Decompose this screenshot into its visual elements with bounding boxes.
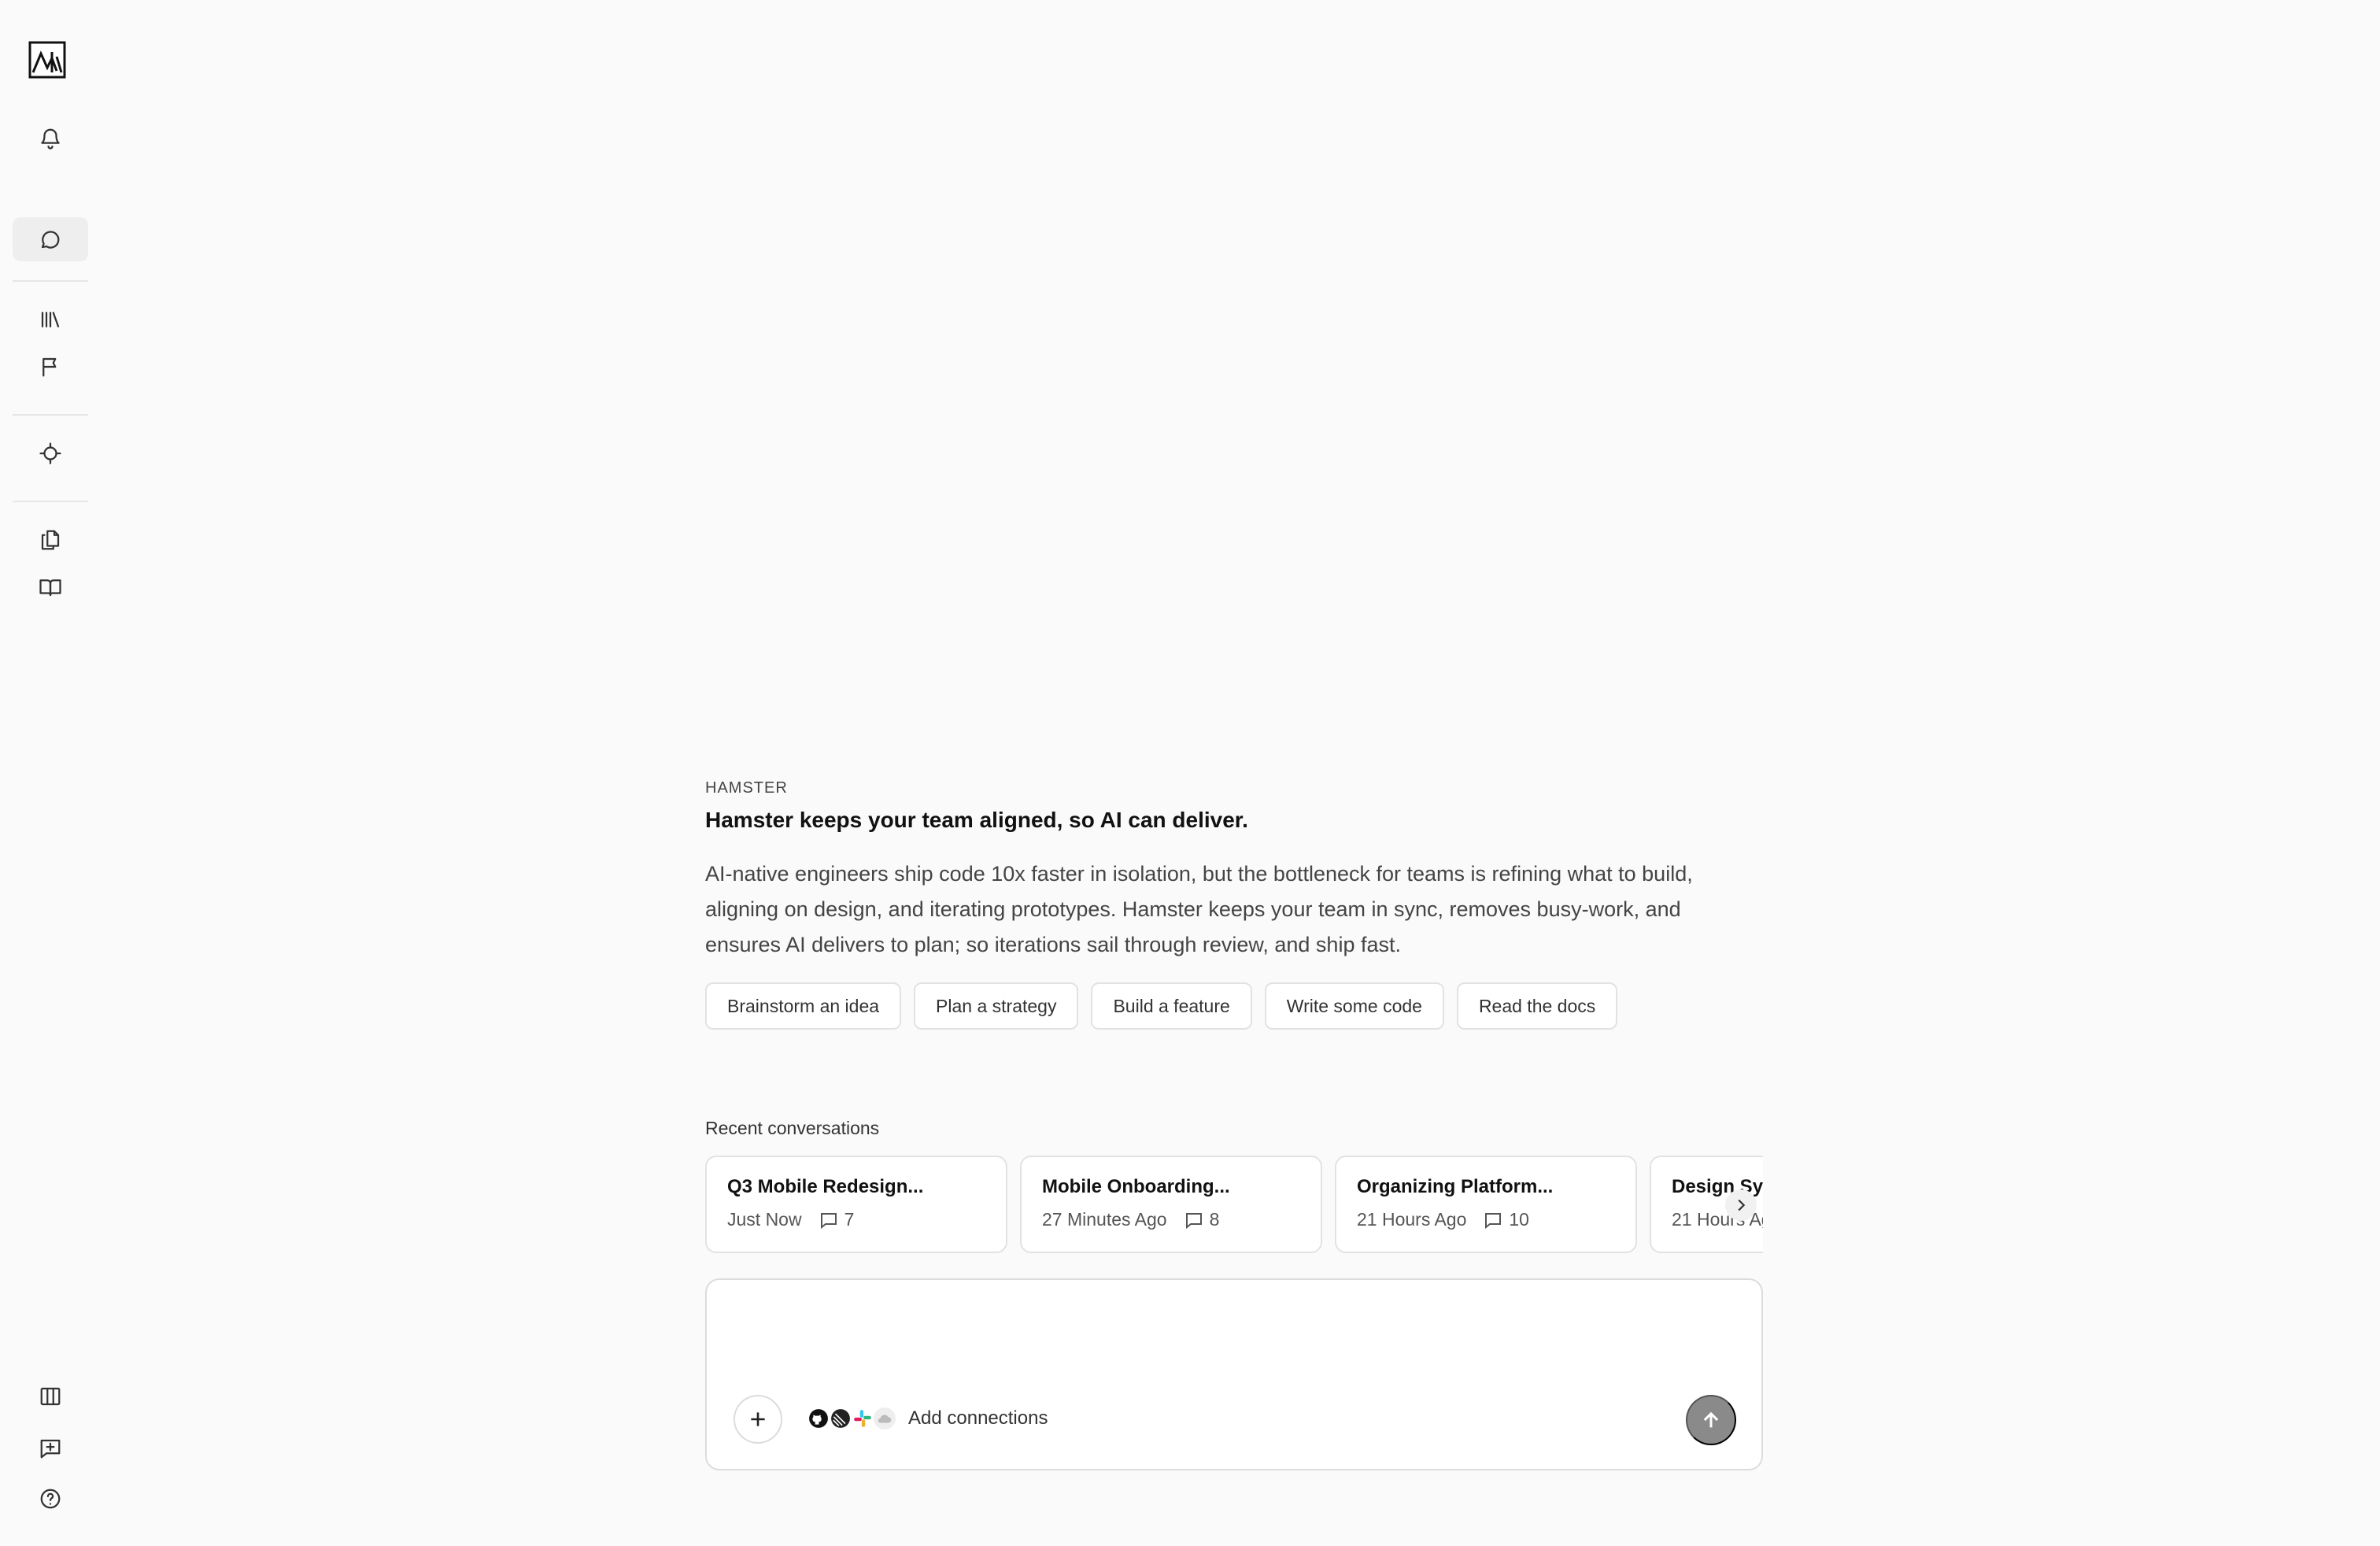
cloud-icon	[872, 1406, 897, 1431]
hamster-logo-icon	[28, 41, 66, 79]
attach-button[interactable]	[734, 1395, 782, 1444]
conversation-title: Mobile Onboarding...	[1042, 1176, 1230, 1197]
sidebar	[0, 0, 91, 1546]
sidebar-divider	[13, 280, 88, 282]
comment-icon	[1185, 1212, 1202, 1229]
toggle-panel-button[interactable]	[13, 1374, 88, 1418]
book-open-icon	[39, 579, 61, 597]
connection-icons[interactable]	[806, 1406, 897, 1431]
message-plus-icon	[40, 1439, 61, 1459]
conversation-card[interactable]: Organizing Platform... 21 Hours Ago 10	[1335, 1156, 1637, 1253]
help-button[interactable]	[13, 1477, 88, 1521]
guides-button[interactable]	[13, 565, 88, 609]
message-composer: Add connections	[705, 1278, 1763, 1470]
flag-icon	[42, 357, 57, 377]
notifications-button[interactable]	[13, 117, 88, 161]
recent-conversations-carousel: Q3 Mobile Redesign... Just Now 7 Mobile …	[705, 1156, 1763, 1253]
conversation-time: 21 Hours Ago	[1357, 1209, 1467, 1230]
flags-button[interactable]	[13, 345, 88, 389]
comment-count: 8	[1209, 1209, 1220, 1230]
crosshair-icon	[39, 442, 61, 464]
send-button[interactable]	[1686, 1395, 1736, 1445]
chat-button[interactable]	[13, 217, 88, 261]
chevron-right-icon	[1738, 1199, 1746, 1211]
sidebar-divider	[13, 501, 88, 502]
chip-build-feature[interactable]: Build a feature	[1091, 982, 1252, 1030]
chat-bubble-icon	[41, 231, 60, 249]
conversation-title: Organizing Platform...	[1357, 1176, 1554, 1197]
page-headline: Hamster keeps your team aligned, so AI c…	[705, 808, 1248, 832]
documents-button[interactable]	[13, 518, 88, 562]
brand-eyebrow: HAMSTER	[705, 779, 788, 797]
plus-icon	[751, 1412, 765, 1426]
chip-read-docs[interactable]: Read the docs	[1456, 982, 1618, 1030]
suggestion-chips: Brainstorm an idea Plan a strategy Build…	[705, 982, 1618, 1030]
chip-write-code[interactable]: Write some code	[1264, 982, 1444, 1030]
comment-count: 7	[844, 1209, 855, 1230]
sidebar-divider	[13, 414, 88, 416]
comment-icon	[820, 1212, 837, 1229]
conversation-time: Just Now	[727, 1209, 802, 1230]
intro-description: AI-native engineers ship code 10x faster…	[705, 862, 1693, 956]
carousel-next-button[interactable]	[1725, 1189, 1757, 1221]
conversation-card[interactable]: Mobile Onboarding... 27 Minutes Ago 8	[1020, 1156, 1322, 1253]
conversation-time: 27 Minutes Ago	[1042, 1209, 1167, 1230]
chip-plan-strategy[interactable]: Plan a strategy	[914, 982, 1079, 1030]
comment-count: 10	[1509, 1209, 1529, 1230]
feedback-button[interactable]	[13, 1426, 88, 1470]
bell-icon	[41, 128, 60, 150]
library-button[interactable]	[13, 298, 88, 342]
columns-icon	[40, 1387, 61, 1406]
focus-button[interactable]	[13, 431, 88, 475]
library-icon	[41, 312, 60, 327]
message-input[interactable]	[730, 1296, 1738, 1343]
conversation-card[interactable]: Q3 Mobile Redesign... Just Now 7	[705, 1156, 1007, 1253]
arrow-up-icon	[1703, 1411, 1719, 1428]
conversation-title: Q3 Mobile Redesign...	[727, 1176, 924, 1197]
recent-conversations-label: Recent conversations	[705, 1118, 880, 1138]
add-connections-label[interactable]: Add connections	[908, 1407, 1048, 1429]
comment-icon	[1485, 1212, 1502, 1229]
copy-documents-icon	[41, 530, 60, 550]
help-circle-icon	[40, 1489, 61, 1509]
chip-brainstorm[interactable]: Brainstorm an idea	[705, 982, 902, 1030]
app-logo[interactable]	[28, 41, 66, 79]
